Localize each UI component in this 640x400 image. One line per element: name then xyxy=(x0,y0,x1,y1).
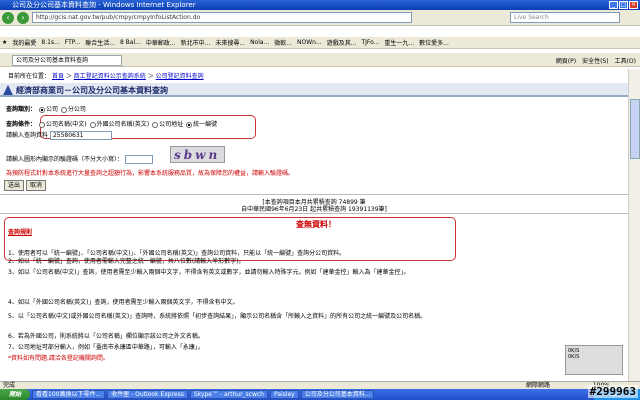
fav-item[interactable]: NOWn... xyxy=(297,39,322,46)
cond-radio-name-en[interactable] xyxy=(89,121,96,128)
divider xyxy=(0,194,628,195)
window-titlebar: 公司及分公司基本資料查詢 - Windows Internet Explorer… xyxy=(0,0,640,10)
fav-item[interactable]: 新北市中... xyxy=(181,38,211,47)
back-icon[interactable]: ‹ xyxy=(2,11,14,24)
captcha-label: 請輸入圖形內顯示的驗證碼（不分大小寫）： xyxy=(6,156,124,163)
download-popup: 0K/S 0K/S xyxy=(565,345,623,375)
radio-label: 公司名稱(中文) xyxy=(45,121,87,128)
fav-item[interactable]: FTP... xyxy=(65,39,80,46)
taskbar-item[interactable]: 收件匣 - Outlook Express xyxy=(107,390,188,399)
query-cond-label: 查詢條件： xyxy=(6,121,37,128)
scroll-thumb[interactable] xyxy=(630,99,640,159)
taskbar-item[interactable]: Paisley xyxy=(269,390,299,399)
notes-footer: *資料如有問題,請洽各登記機關詢問。 xyxy=(8,355,109,362)
query-type-row: 查詢類別： 公司 分公司 xyxy=(6,104,86,113)
taskbar: 開始 看看100萬換以下零件... 收件匣 - Outlook Express … xyxy=(0,389,640,400)
notes-title: 查詢規則 xyxy=(8,229,33,236)
fav-item[interactable]: 微軟... xyxy=(274,38,292,47)
ministry-logo-icon xyxy=(3,85,13,95)
radio-label: 分公司 xyxy=(67,106,86,113)
fav-item[interactable]: 我的最愛 xyxy=(12,38,36,47)
status-text: 完成 xyxy=(3,382,16,389)
window-controls: _ □ × xyxy=(609,1,638,9)
breadcrumb-system[interactable]: 商工登記資料公示查詢系統 xyxy=(74,73,146,80)
fav-item[interactable]: 8 Bal... xyxy=(120,39,141,46)
radio-label: 統一編號 xyxy=(193,121,218,128)
query-type-radio-company[interactable] xyxy=(38,106,45,113)
breadcrumb-current[interactable]: 公司登記資料查詢 xyxy=(156,73,204,80)
favorites-star-icon[interactable]: ★ xyxy=(2,39,7,46)
zone-text: 網際網路 xyxy=(525,382,550,389)
tools-menu[interactable]: 工具(O) xyxy=(615,56,636,65)
page-header: 經濟部商業司－公司及分公司基本資料查詢 xyxy=(0,83,628,97)
tab-active[interactable]: 公司及分公司基本資料查詢 xyxy=(12,55,122,66)
query-type-label: 查詢類別： xyxy=(6,106,37,113)
vertical-scrollbar[interactable] xyxy=(628,69,640,381)
divider xyxy=(0,213,628,214)
note-item: 5、以「公司名稱(中文)或外國公司名稱(英文)」查詢時，系統將依照「初步查詢結果… xyxy=(8,313,427,320)
radio-label: 公司 xyxy=(45,106,58,113)
query-input[interactable]: 25580631 xyxy=(49,131,112,140)
fav-item[interactable]: 中華郵政... xyxy=(146,38,176,47)
breadcrumb-home[interactable]: 首頁 xyxy=(52,73,64,80)
note-item: 6、若為外國公司，則系統將以「公司名稱」欄位顯示該公司之外文名稱。 xyxy=(8,333,204,340)
radio-label: 公司地址 xyxy=(159,121,184,128)
window-title: 公司及分公司基本資料查詢 - Windows Internet Explorer xyxy=(12,1,196,9)
captcha-input[interactable] xyxy=(124,155,153,164)
captcha-row: 請輸入圖形內顯示的驗證碼（不分大小寫）： xyxy=(6,154,153,164)
breadcrumb: 目前所在位置： 首頁 ＞ 商工登記資料公示查詢系統 ＞ 公司登記資料查詢 xyxy=(8,73,204,80)
breadcrumb-prefix: 目前所在位置： xyxy=(8,73,51,80)
cond-radio-ban[interactable] xyxy=(186,121,193,128)
fav-item[interactable]: 未來搜尋... xyxy=(215,38,245,47)
captcha-image: sbwn xyxy=(170,146,225,163)
start-button[interactable]: 開始 xyxy=(0,389,30,400)
maximize-button[interactable]: □ xyxy=(619,1,628,9)
query-cond-row: 查詢條件： 公司名稱(中文) 外國公司名稱(英文) 公司地址 統一編號 xyxy=(6,119,217,128)
cond-radio-address[interactable] xyxy=(152,121,159,128)
fav-item[interactable]: 數位愛多... xyxy=(419,38,449,47)
fav-item[interactable]: 重生一九... xyxy=(384,38,414,47)
url-input[interactable]: http://gcis.nat.gov.tw/pub/cmpy/cmpyInfo… xyxy=(32,12,412,23)
fav-item[interactable]: TJFo... xyxy=(361,39,379,46)
close-button[interactable]: × xyxy=(629,1,638,9)
popup-line: 0K/S xyxy=(568,354,580,360)
page-title: 經濟部商業司－公司及分公司基本資料查詢 xyxy=(16,86,168,95)
fav-item[interactable]: 遊戲及其... xyxy=(327,38,357,47)
query-input-row: 請輸入查詢資料 25580631 xyxy=(6,130,112,140)
fav-item[interactable]: Nola... xyxy=(250,39,269,46)
forward-icon[interactable]: › xyxy=(17,11,29,24)
radio-label: 外國公司名稱(英文) xyxy=(96,121,150,128)
favorites-bar: ★ 我的最愛 8.1s... FTP... 聯合生活... 8 Bal... 中… xyxy=(0,37,640,49)
command-bar: 網頁(P) 安全性(S) 工具(O) xyxy=(556,56,636,65)
query-type-radio-branch[interactable] xyxy=(60,106,67,113)
note-item: 3、如以「公司名稱(中文)」查詢，使用者需至少輸入兩個中文字，不得含有英文或數字… xyxy=(8,269,410,276)
cond-radio-name-cn[interactable] xyxy=(38,121,45,128)
status-bar: 完成 網際網路 100% xyxy=(0,381,640,389)
fav-item[interactable]: 聯合生活... xyxy=(85,38,115,47)
taskbar-item[interactable]: Skype™ - arthur_scwch xyxy=(189,390,268,399)
taskbar-item[interactable]: 公司及分公司基本資料... xyxy=(300,390,375,399)
watermark: #299963 xyxy=(587,385,638,398)
fav-item[interactable]: 8.1s... xyxy=(41,39,59,46)
taskbar-item[interactable]: 看看100萬換以下零件... xyxy=(32,390,106,399)
query-input-label: 請輸入查詢資料 xyxy=(6,132,49,139)
submit-button[interactable]: 送出 xyxy=(4,180,25,191)
page-menu[interactable]: 網頁(P) xyxy=(556,56,576,65)
stats-line2: 自中華民國96年6月23日 起共累積查詢 19391139筆] xyxy=(241,206,387,213)
minimize-button[interactable]: _ xyxy=(609,1,618,9)
note-item: 4、如以「外國公司名稱(英文)」查詢，使用者需至少輸入兩個英文字，不得含有中文。 xyxy=(8,299,239,306)
note-item: 2、如以「統一編號」查詢，使用者需輸入完整之統一編號，共八位數(請輸入半形數字)… xyxy=(8,258,245,265)
note-item: 7、公司地址可部分輸入，例如「臺南市永康區中華路」，可輸入「永康」。 xyxy=(8,344,204,351)
tab-bar: 公司及分公司基本資料查詢 網頁(P) 安全性(S) 工具(O) xyxy=(0,53,640,67)
safety-menu[interactable]: 安全性(S) xyxy=(582,56,609,65)
live-search-input[interactable]: Live Search xyxy=(510,12,620,23)
reset-button[interactable]: 取消 xyxy=(26,180,47,191)
page-content: 目前所在位置： 首頁 ＞ 商工登記資料公示查詢系統 ＞ 公司登記資料查詢 經濟部… xyxy=(0,69,640,381)
captcha-warning: 為預防程式針對本系統進行大量查詢之超額行為，影響本系統服務品質，故為保障您的權益… xyxy=(6,170,295,177)
